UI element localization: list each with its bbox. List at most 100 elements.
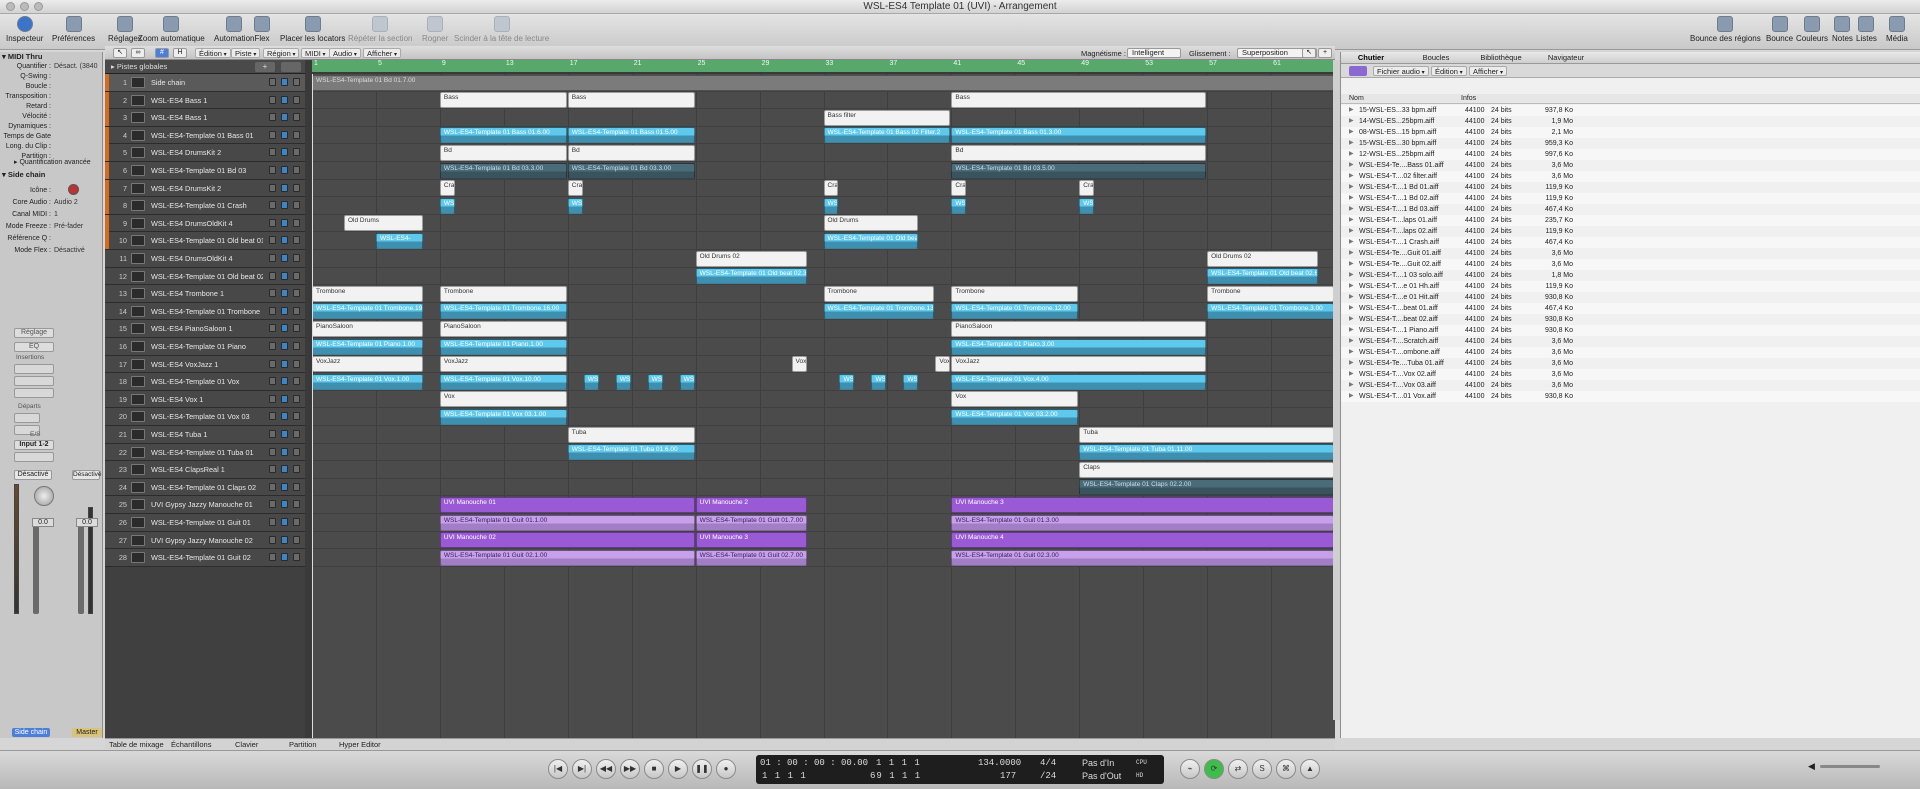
track-name[interactable]: WSL-ES4-Template 01 Vox	[151, 373, 263, 390]
region[interactable]: WSL-ES4-Template 01 Guit 02.3.00	[951, 549, 1334, 566]
mute-icon[interactable]	[281, 394, 288, 403]
toolbar-colors-button[interactable]: Couleurs	[1796, 16, 1828, 43]
region[interactable]: WSL-ES4-	[375, 232, 423, 249]
region[interactable]: WSL-ES4-Template 01 Vox.1.00	[312, 373, 423, 390]
disclosure-triangle-icon[interactable]: ▶	[1349, 171, 1354, 182]
keyboard-icon[interactable]	[131, 94, 145, 106]
disclosure-triangle-icon[interactable]: ▶	[1349, 292, 1354, 303]
region[interactable]: WSL-ES4-Template 01 Piano.1.00	[312, 338, 423, 355]
power-icon[interactable]	[269, 130, 276, 139]
region[interactable]: Tuba	[1079, 426, 1334, 443]
input-selector[interactable]: Input 1-2	[14, 440, 54, 450]
region[interactable]: WSL	[871, 373, 887, 390]
solo-icon[interactable]	[293, 359, 300, 368]
region[interactable]: WSL-ES4-Template 01 Vox 03.2.00	[951, 408, 1079, 425]
region[interactable]: WSL-ES4-Template 01 Bd 01.7.00	[312, 74, 1334, 91]
disclosure-triangle-icon[interactable]: ▶	[1349, 259, 1354, 270]
mute-icon[interactable]	[281, 130, 288, 139]
mute-icon[interactable]	[281, 359, 288, 368]
disclosure-triangle-icon[interactable]: ▶	[1349, 204, 1354, 215]
name-column-header[interactable]: Nom	[1349, 94, 1364, 104]
power-icon[interactable]	[269, 482, 276, 491]
disclosure-triangle-icon[interactable]: ▶	[1349, 226, 1354, 237]
region[interactable]: WSL-ES4-Template 01 Trombone.3.00	[1207, 303, 1334, 320]
disclosure-triangle-icon[interactable]: ▶	[1349, 116, 1354, 127]
audio-file-row[interactable]: ▶ WSL-ES4-T....1 Crash.aiff 44100 24 bits 46…	[1341, 237, 1920, 248]
snap-select[interactable]: Intelligent	[1127, 48, 1181, 58]
disclosure-triangle-icon[interactable]: ▶	[1349, 105, 1354, 116]
go-to-end-icon[interactable]: ▶|	[572, 759, 592, 779]
solo-icon[interactable]	[293, 95, 300, 104]
keyboard-icon[interactable]	[131, 165, 145, 176]
region[interactable]: PianoSaloon	[951, 320, 1207, 337]
solo-icon[interactable]	[293, 271, 300, 280]
disclosure-triangle-icon[interactable]: ▶	[1349, 281, 1354, 292]
power-icon[interactable]	[269, 306, 276, 315]
midi-menu[interactable]: MIDI	[301, 48, 330, 58]
region-menu[interactable]: Région	[263, 48, 300, 58]
track-header[interactable]: 24 WSL-ES4-Template 01 Claps 02	[105, 478, 305, 497]
track-params-header[interactable]: ▾ Side chain	[2, 170, 45, 179]
keyboard-icon[interactable]	[131, 200, 145, 212]
toolbar-bounce-button[interactable]: Bounce	[1766, 16, 1793, 43]
region[interactable]: Cras	[823, 180, 839, 197]
track-header[interactable]: 26 WSL-ES4-Template 01 Guit 01	[105, 514, 305, 532]
region-params-header[interactable]: ▾ MIDI Thru	[2, 52, 42, 61]
power-icon[interactable]	[269, 254, 276, 262]
vertical-scrollbar[interactable]	[1333, 60, 1340, 720]
region[interactable]: WSL	[583, 373, 599, 390]
tempo-value[interactable]: 134.0000	[978, 758, 1021, 768]
solo-icon[interactable]	[293, 412, 300, 421]
region[interactable]: Old Drums	[343, 215, 423, 232]
mute-icon[interactable]	[281, 95, 288, 104]
editor-tab[interactable]: Table de mixage	[109, 740, 164, 749]
disclosure-triangle-icon[interactable]: ▶	[1349, 369, 1354, 380]
region[interactable]: WSL-ES4-Template 01 Guit 01.3.00	[951, 514, 1334, 531]
region[interactable]: WSL-ES4-Template 01 Piano.1.00	[439, 338, 567, 355]
power-icon[interactable]	[269, 324, 276, 333]
track-name[interactable]: WSL-ES4-Template 01 Old beat 02	[151, 268, 263, 285]
toolbar-settings-button[interactable]: Réglages	[108, 16, 142, 43]
region[interactable]: WSL	[679, 373, 695, 390]
toolbar-preferences-button[interactable]: Préférences	[52, 16, 95, 43]
track-name[interactable]: WSL-ES4-Template 01 Bd 03	[151, 162, 263, 179]
pointer-tool-icon[interactable]: ↖	[1302, 48, 1316, 58]
power-icon[interactable]	[269, 342, 276, 350]
region[interactable]: WSL-ES4-Template 01 Old beat	[823, 232, 919, 249]
region-param-row[interactable]: Partition :	[0, 152, 103, 162]
region-param-row[interactable]: Long. du Clip :	[0, 142, 103, 152]
audio-file-row[interactable]: ▶ WSL-ES4-Te....Bass 01.aiff 44100 24 bits 3…	[1341, 160, 1920, 171]
region[interactable]: WSL-ES4-Template 01 Piano.3.00	[951, 338, 1207, 355]
track-header[interactable]: 2 WSL-ES4 Bass 1	[105, 91, 305, 110]
solo-icon[interactable]	[293, 342, 300, 350]
playhead[interactable]	[312, 74, 313, 752]
info-column-header[interactable]: Infos	[1461, 94, 1476, 104]
track-icon[interactable]	[68, 184, 79, 195]
browser-tab[interactable]: Chutier	[1341, 53, 1401, 62]
solo-icon[interactable]	[293, 166, 300, 174]
disclosure-triangle-icon[interactable]: ▶	[1349, 270, 1354, 281]
track-name[interactable]: WSL-ES4-Template 01 Guit 01	[151, 514, 263, 531]
keyboard-icon[interactable]	[131, 235, 145, 247]
rewind-icon[interactable]: ◀◀	[596, 759, 616, 779]
audio-file-row[interactable]: ▶ WSL-ES4-T....e 01 Hit.aiff 44100 24 bits 9…	[1341, 292, 1920, 303]
editor-tab[interactable]: Clavier	[235, 740, 258, 749]
power-icon[interactable]	[269, 201, 276, 210]
track-header[interactable]: 25 UVI Gypsy Jazzy Manouche 01	[105, 496, 305, 514]
track-header[interactable]: 9 WSL-ES4 DrumsOldKit 4	[105, 214, 305, 233]
solo-icon[interactable]	[293, 78, 300, 86]
region[interactable]: Trombone	[439, 285, 567, 302]
pause-icon[interactable]: ❚❚	[692, 759, 712, 779]
disclosure-triangle-icon[interactable]: ▶	[1349, 303, 1354, 314]
param-value[interactable]: 1	[54, 210, 58, 220]
keyboard-icon[interactable]	[131, 429, 145, 440]
pencil-tool-icon[interactable]: +	[1318, 48, 1332, 58]
region[interactable]: WSL-ES4-Template 01 Old beat 02.3	[695, 268, 807, 285]
keyboard-icon[interactable]	[131, 517, 145, 528]
disclosure-triangle-icon[interactable]: ▶	[1349, 347, 1354, 358]
track-name[interactable]: WSL-ES4-Template 01 Crash	[151, 197, 263, 214]
mute-icon[interactable]	[281, 430, 288, 438]
audio-file-row[interactable]: ▶ WSL-ES4-T....beat 01.aiff 44100 24 bits 46…	[1341, 303, 1920, 314]
keyboard-icon[interactable]	[131, 270, 145, 282]
region[interactable]: Bass	[439, 92, 567, 109]
